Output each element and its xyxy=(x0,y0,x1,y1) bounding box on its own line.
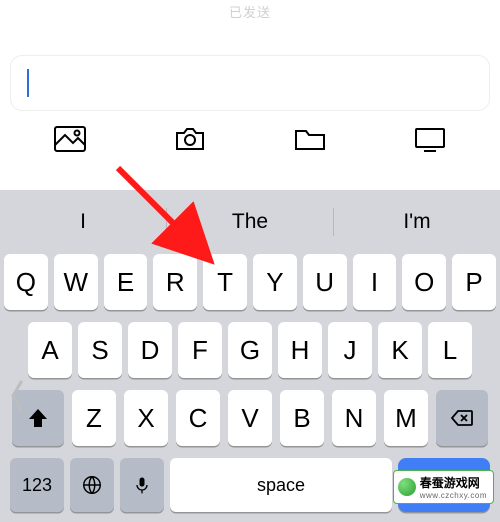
key-l[interactable]: L xyxy=(428,322,472,378)
backspace-key[interactable] xyxy=(436,390,488,446)
text-caret xyxy=(27,69,29,97)
screen-icon[interactable] xyxy=(413,125,447,153)
globe-key[interactable] xyxy=(70,458,114,512)
key-a[interactable]: A xyxy=(28,322,72,378)
watermark-title: 春蚕游戏网 xyxy=(420,474,487,491)
key-r[interactable]: R xyxy=(153,254,197,310)
key-z[interactable]: Z xyxy=(72,390,116,446)
suggestion-3[interactable]: I'm xyxy=(334,210,500,234)
key-c[interactable]: C xyxy=(176,390,220,446)
key-f[interactable]: F xyxy=(178,322,222,378)
key-o[interactable]: O xyxy=(402,254,446,310)
key-t[interactable]: T xyxy=(203,254,247,310)
key-n[interactable]: N xyxy=(332,390,376,446)
key-s[interactable]: S xyxy=(78,322,122,378)
watermark-logo-icon xyxy=(398,478,416,496)
key-u[interactable]: U xyxy=(303,254,347,310)
key-k[interactable]: K xyxy=(378,322,422,378)
photo-icon[interactable] xyxy=(53,125,87,153)
suggestion-2[interactable]: The xyxy=(167,210,333,234)
key-w[interactable]: W xyxy=(54,254,98,310)
key-row-2: A S D F G H J K L xyxy=(4,322,496,378)
key-q[interactable]: Q xyxy=(4,254,48,310)
message-input-area xyxy=(0,21,500,121)
suggestion-bar: I The I'm xyxy=(0,196,500,248)
watermark-url: www.czchxy.com xyxy=(420,491,487,500)
watermark: 春蚕游戏网 www.czchxy.com xyxy=(393,470,494,504)
key-y[interactable]: Y xyxy=(253,254,297,310)
mic-key[interactable] xyxy=(120,458,164,512)
camera-icon[interactable] xyxy=(173,125,207,153)
key-row-3: Z X C V B N M xyxy=(4,390,496,446)
key-p[interactable]: P xyxy=(452,254,496,310)
keyboard-handle-icon[interactable] xyxy=(6,374,28,418)
suggestion-1[interactable]: I xyxy=(0,210,166,234)
key-v[interactable]: V xyxy=(228,390,272,446)
attachment-bar xyxy=(0,121,500,171)
folder-icon[interactable] xyxy=(293,125,327,153)
status-sent-label: 已发送 xyxy=(0,0,500,21)
key-i[interactable]: I xyxy=(353,254,397,310)
key-h[interactable]: H xyxy=(278,322,322,378)
key-g[interactable]: G xyxy=(228,322,272,378)
key-b[interactable]: B xyxy=(280,390,324,446)
numeric-key[interactable]: 123 xyxy=(10,458,64,512)
key-j[interactable]: J xyxy=(328,322,372,378)
key-d[interactable]: D xyxy=(128,322,172,378)
message-text-input[interactable] xyxy=(10,55,490,111)
key-x[interactable]: X xyxy=(124,390,168,446)
key-e[interactable]: E xyxy=(104,254,148,310)
key-row-1: Q W E R T Y U I O P xyxy=(4,254,496,310)
space-key[interactable]: space xyxy=(170,458,392,512)
key-m[interactable]: M xyxy=(384,390,428,446)
